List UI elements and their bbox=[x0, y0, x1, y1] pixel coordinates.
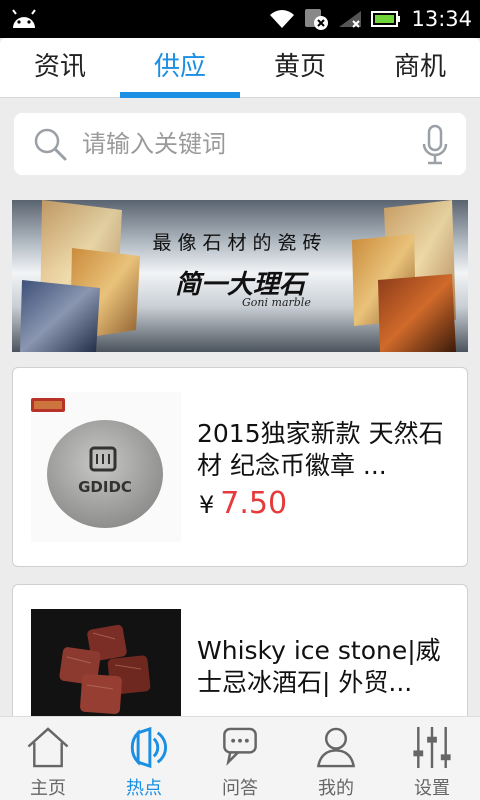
price-value: 7.50 bbox=[220, 486, 288, 521]
currency-symbol: ¥ bbox=[199, 491, 215, 519]
user-icon bbox=[316, 727, 356, 768]
tab-news[interactable]: 资讯 bbox=[0, 38, 120, 97]
top-tab-bar: 资讯 供应 黄页 商机 bbox=[0, 38, 480, 98]
banner-brand: 简一大理石 bbox=[174, 270, 305, 300]
home-icon bbox=[27, 727, 69, 768]
banner-slogan: 最像石材的瓷砖 bbox=[152, 232, 328, 254]
wifi-icon bbox=[270, 10, 295, 28]
product-price: ¥7.50 bbox=[199, 486, 287, 521]
promo-banner[interactable]: 最像石材的瓷砖 简一大理石 Goni marble bbox=[12, 200, 468, 352]
tab-business[interactable]: 商机 bbox=[360, 38, 480, 97]
nav-settings[interactable]: 设置 bbox=[384, 717, 480, 800]
android-icon bbox=[12, 9, 36, 28]
signal-icon bbox=[339, 11, 362, 28]
nav-qa[interactable]: 问答 bbox=[192, 717, 288, 800]
product-card[interactable]: GDIDC 2015独家新款 天然石材 纪念币徽章 ... ¥7.50 bbox=[12, 367, 468, 567]
status-bar: 13:34 bbox=[0, 0, 480, 38]
battery-icon bbox=[371, 11, 401, 27]
svg-text:GDIDC: GDIDC bbox=[78, 478, 132, 496]
nav-mine-label: 我的 bbox=[318, 778, 354, 799]
search-input[interactable] bbox=[82, 130, 402, 158]
nav-hot[interactable]: 热点 bbox=[96, 717, 192, 800]
speaker-icon bbox=[130, 726, 168, 769]
clock-time: 13:34 bbox=[411, 7, 472, 31]
product-title[interactable]: 2015独家新款 天然石材 纪念币徽章 ... bbox=[197, 418, 447, 482]
nav-home-label: 主页 bbox=[30, 778, 66, 799]
tab-yellow-pages[interactable]: 黄页 bbox=[240, 38, 360, 97]
nav-mine[interactable]: 我的 bbox=[288, 717, 384, 800]
nav-qa-label: 问答 bbox=[222, 778, 258, 799]
notification-icon bbox=[305, 9, 329, 30]
nav-hot-label: 热点 bbox=[126, 778, 162, 799]
product-image: GDIDC bbox=[31, 392, 181, 542]
banner-brand-en: Goni marble bbox=[242, 296, 311, 309]
product-title[interactable]: Whisky ice stone|威士忌冰酒石| 外贸... bbox=[197, 635, 447, 699]
stone-coin-icon: GDIDC bbox=[31, 398, 163, 528]
nav-home[interactable]: 主页 bbox=[0, 717, 96, 800]
bottom-nav: 主页 热点 问答 我的 设置 bbox=[0, 716, 480, 800]
nav-settings-label: 设置 bbox=[414, 778, 450, 799]
search-bar[interactable] bbox=[14, 113, 466, 175]
microphone-icon[interactable] bbox=[422, 124, 448, 166]
tab-supply[interactable]: 供应 bbox=[120, 38, 240, 98]
settings-sliders-icon bbox=[413, 726, 451, 769]
search-icon[interactable] bbox=[32, 126, 68, 162]
chat-icon bbox=[223, 727, 257, 766]
